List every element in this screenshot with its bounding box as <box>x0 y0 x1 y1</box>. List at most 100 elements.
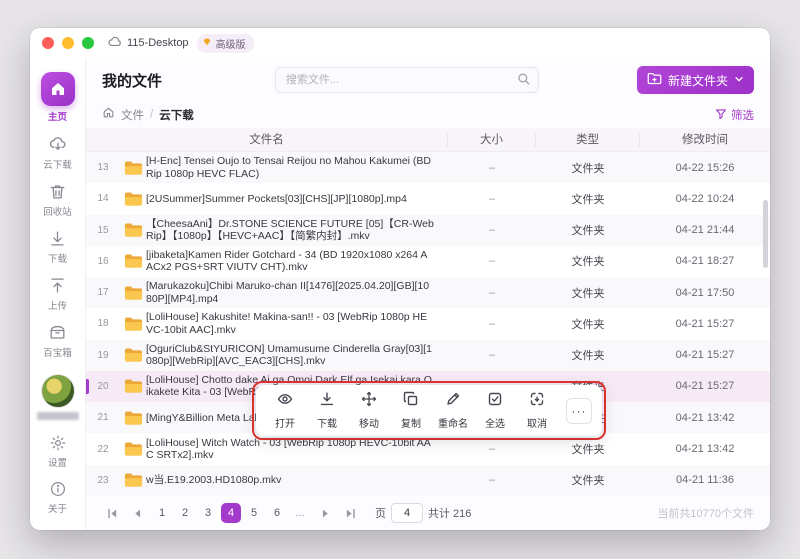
upload-icon <box>48 276 67 295</box>
page-button-current[interactable]: 4 <box>221 503 241 523</box>
column-header-type[interactable]: 类型 <box>536 132 640 147</box>
toolbar-more-button[interactable]: ··· <box>566 397 592 424</box>
annotation-highlight-box: 打开 下载 移动 复制 重命名 全选 取消 ··· <box>252 381 606 440</box>
pencil-icon <box>445 391 461 412</box>
toolbar-copy-button[interactable]: 复制 <box>392 391 430 430</box>
sidebar-item-home[interactable]: 主页 <box>30 66 85 128</box>
home-icon <box>40 72 75 106</box>
table-row[interactable]: 13 [H-Enc] Tensei Oujo to Tensai Reijou … <box>86 152 770 184</box>
page-ellipsis[interactable]: ... <box>290 503 310 523</box>
breadcrumb-root[interactable]: 文件 <box>121 107 144 123</box>
row-index: 18 <box>97 318 109 330</box>
table-row[interactable]: 19 [OguriClub&StYURICON] Umamusume Cinde… <box>86 339 770 371</box>
gem-icon <box>202 37 212 50</box>
sidebar: 主页 云下载 回收站 下载 上传 百宝箱 设置 关于 <box>30 58 86 530</box>
toolbar-move-button[interactable]: 移动 <box>350 391 388 430</box>
file-size: – <box>488 161 496 174</box>
new-folder-button[interactable]: 新建文件夹 <box>636 66 754 94</box>
file-type: 文件夹 <box>571 225 605 238</box>
main-header: 我的文件 新建文件夹 <box>86 58 770 102</box>
trash-icon <box>48 182 67 201</box>
file-modified: 04-21 15:27 <box>675 349 735 362</box>
copy-icon <box>403 391 419 412</box>
close-window-button[interactable] <box>42 37 54 49</box>
sidebar-label: 回收站 <box>43 207 72 218</box>
last-page-button[interactable] <box>340 503 360 523</box>
sidebar-label: 关于 <box>47 504 67 515</box>
file-size: – <box>488 443 496 456</box>
file-type: 文件夹 <box>571 444 605 457</box>
toolbar-select-all-button[interactable]: 全选 <box>476 391 514 430</box>
toolbar-label: 下载 <box>317 419 337 430</box>
table-row[interactable]: 15 【CheesaAni】Dr.STONE SCIENCE FUTURE [0… <box>86 214 770 246</box>
column-header-modified[interactable]: 修改时间 <box>640 133 770 147</box>
table-row[interactable]: 23 w当.E19.2003.HD1080p.mkv – 文件夹 04-21 1… <box>86 464 770 496</box>
filter-button[interactable]: 筛选 <box>715 107 754 123</box>
folder-icon <box>120 253 146 269</box>
toolbar-label: 打开 <box>275 419 295 430</box>
page-button[interactable]: 2 <box>175 503 195 523</box>
row-index: 14 <box>97 193 109 205</box>
row-index: 16 <box>97 255 109 267</box>
app-title: 115-Desktop <box>127 37 189 49</box>
move-icon <box>361 391 377 412</box>
gear-icon <box>49 434 67 452</box>
sidebar-item-recycle-bin[interactable]: 回收站 <box>30 176 85 223</box>
file-modified: 04-21 11:36 <box>676 474 734 487</box>
file-size: – <box>488 192 496 205</box>
file-size: – <box>488 286 496 299</box>
folder-plus-icon <box>647 72 662 88</box>
file-table: 文件名 大小 类型 修改时间 13 [H-Enc] Tensei Oujo to… <box>86 128 770 496</box>
page-button[interactable]: 5 <box>244 503 264 523</box>
column-header-name[interactable]: 文件名 <box>86 132 448 147</box>
toolbar-rename-button[interactable]: 重命名 <box>434 391 472 430</box>
sidebar-item-cloud-download[interactable]: 云下载 <box>30 128 85 176</box>
row-index: 21 <box>97 412 109 424</box>
sidebar-item-download[interactable]: 下载 <box>30 223 85 270</box>
toolbar-cancel-button[interactable]: 取消 <box>518 391 556 430</box>
cloud-download-icon <box>48 134 68 154</box>
row-index: 22 <box>97 443 109 455</box>
toolbar-download-button[interactable]: 下载 <box>308 391 346 430</box>
premium-badge-label: 高级版 <box>215 39 246 51</box>
vertical-scrollbar-thumb[interactable] <box>763 200 768 268</box>
toolbar-label: 全选 <box>485 419 505 430</box>
sidebar-item-settings[interactable]: 设置 <box>30 428 85 474</box>
sidebar-label: 上传 <box>47 301 67 312</box>
column-header-size[interactable]: 大小 <box>448 132 536 147</box>
file-type: 文件夹 <box>571 287 605 300</box>
row-index: 19 <box>97 349 109 361</box>
sidebar-item-treasure-box[interactable]: 百宝箱 <box>30 317 85 364</box>
folder-icon <box>120 191 146 207</box>
user-avatar[interactable] <box>40 374 75 408</box>
page-button[interactable]: 6 <box>267 503 287 523</box>
table-row[interactable]: 18 [LoliHouse] Kakushite! Makina-san!! -… <box>86 308 770 340</box>
row-index: 23 <box>97 474 109 486</box>
page-jump-input[interactable] <box>391 503 423 523</box>
info-icon <box>49 480 67 498</box>
maximize-window-button[interactable] <box>82 37 94 49</box>
table-row[interactable]: 14 [2USummer]Summer Pockets[03][CHS][JP]… <box>86 183 770 215</box>
breadcrumb-current[interactable]: 云下载 <box>159 107 194 123</box>
file-size: – <box>488 474 496 487</box>
search-icon <box>517 72 531 91</box>
sidebar-item-upload[interactable]: 上传 <box>30 270 85 317</box>
sidebar-label: 设置 <box>47 458 67 469</box>
search-input[interactable] <box>274 67 539 93</box>
folder-icon <box>120 285 146 301</box>
first-page-button[interactable] <box>102 503 122 523</box>
breadcrumb-home-icon[interactable] <box>102 106 115 124</box>
file-type: 文件夹 <box>571 318 605 331</box>
sidebar-label: 云下载 <box>43 160 72 171</box>
toolbar-open-button[interactable]: 打开 <box>266 391 304 430</box>
table-row[interactable]: 16 [jibaketa]Kamen Rider Gotchard - 34 (… <box>86 245 770 278</box>
prev-page-button[interactable] <box>127 503 147 523</box>
minimize-window-button[interactable] <box>62 37 74 49</box>
treasure-box-icon <box>48 323 67 342</box>
next-page-button[interactable] <box>315 503 335 523</box>
sidebar-item-about[interactable]: 关于 <box>30 474 85 520</box>
page-button[interactable]: 1 <box>152 503 172 523</box>
page-button[interactable]: 3 <box>198 503 218 523</box>
table-row[interactable]: 17 [Marukazoku]Chibi Maruko-chan II[1476… <box>86 277 770 309</box>
premium-badge[interactable]: 高级版 <box>196 33 254 53</box>
